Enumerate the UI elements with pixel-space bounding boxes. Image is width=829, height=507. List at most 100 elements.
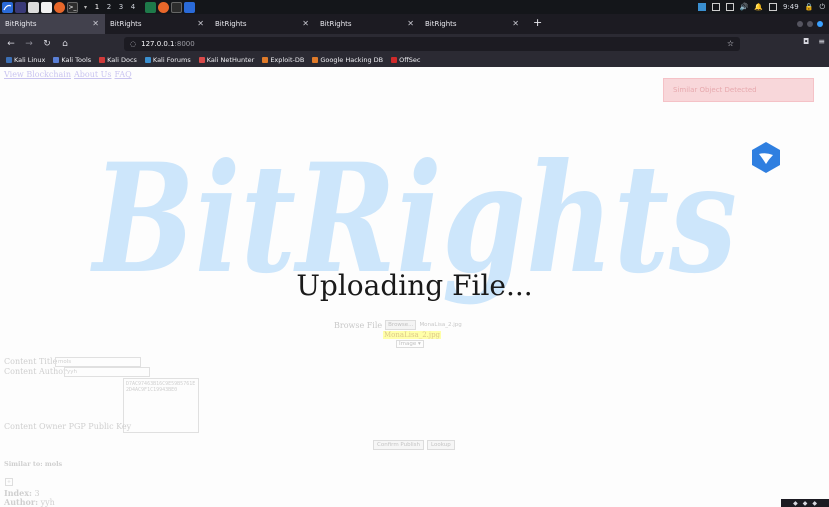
file-upload-row: Browse File Browse... MonaLisa_2.jpg bbox=[334, 320, 462, 330]
bookmark-offsec[interactable]: OffSec bbox=[391, 56, 420, 64]
reload-icon[interactable]: ↻ bbox=[38, 39, 56, 49]
site-nav: View Blockchain About Us FAQ bbox=[4, 70, 135, 79]
similar-object-alert: Similar Object Detected bbox=[663, 78, 814, 102]
bookmark-star-icon[interactable]: ☆ bbox=[727, 39, 734, 48]
maximize-button[interactable] bbox=[807, 21, 813, 27]
content-title-input[interactable]: mols bbox=[55, 357, 141, 367]
lock-icon[interactable]: 🔒 bbox=[805, 3, 814, 11]
nav-link-view-blockchain[interactable]: View Blockchain bbox=[4, 70, 71, 79]
tab-bitrights-1[interactable]: BitRights ✕ bbox=[0, 14, 105, 34]
kali-icon bbox=[53, 57, 60, 63]
bookmark-label: Kali Tools bbox=[61, 56, 92, 64]
terminal-window-icon[interactable] bbox=[145, 1, 156, 13]
bookmark-exploit-db[interactable]: Exploit-DB bbox=[262, 56, 304, 64]
page-content: View Blockchain About Us FAQ Similar Objec… bbox=[0, 67, 829, 507]
volume-icon[interactable]: 🔊 bbox=[740, 3, 749, 11]
similar-heading: Similar to: mols bbox=[4, 460, 63, 468]
terminal-icon[interactable] bbox=[15, 1, 26, 13]
chevron-down-icon[interactable]: ▾ bbox=[80, 2, 91, 13]
nav-link-about-us[interactable]: About Us bbox=[74, 70, 111, 79]
bookmark-label: Kali Docs bbox=[107, 56, 137, 64]
nethunter-icon bbox=[198, 57, 205, 63]
tab-bitrights-2[interactable]: BitRights ✕ bbox=[105, 14, 210, 34]
workspace-2[interactable]: 2 bbox=[103, 3, 115, 11]
workspace-1[interactable]: 1 bbox=[91, 3, 103, 11]
author-row: Author: yyh bbox=[4, 497, 55, 507]
url-host: 127.0.0.1 bbox=[141, 40, 175, 48]
nav-link-faq[interactable]: FAQ bbox=[115, 70, 132, 79]
network-icon[interactable] bbox=[697, 3, 706, 11]
browse-button[interactable]: Browse... bbox=[385, 320, 417, 330]
workspace-3[interactable]: 3 bbox=[115, 3, 127, 11]
bookmark-label: Kali Linux bbox=[14, 56, 46, 64]
close-icon[interactable]: ✕ bbox=[512, 19, 519, 28]
close-icon[interactable]: ✕ bbox=[197, 19, 204, 28]
terminal-icon[interactable]: >_ bbox=[67, 1, 78, 13]
mail-icon[interactable] bbox=[725, 3, 734, 11]
clock[interactable]: 9:49 bbox=[783, 3, 799, 11]
bookmark-label: Kali Forums bbox=[152, 56, 191, 64]
pocket-icon[interactable]: ◘ bbox=[803, 37, 809, 46]
author-label: Author: bbox=[4, 497, 39, 507]
status-corner: ◆ ◆ ◆ bbox=[781, 499, 829, 507]
back-arrow-icon[interactable]: ← bbox=[2, 39, 20, 49]
bookmark-label: Google Hacking DB bbox=[320, 56, 384, 64]
files-icon[interactable] bbox=[28, 1, 39, 13]
content-author-label: Content Author bbox=[4, 367, 67, 376]
browser-navigation-bar: ← → ↻ ⌂ ◌ 127.0.0.1:8000 ☆ ◘ ≡ bbox=[0, 34, 829, 53]
tab-bitrights-3[interactable]: BitRights ✕ bbox=[210, 14, 315, 34]
author-value: yyh bbox=[40, 498, 55, 507]
tab-title: BitRights bbox=[5, 20, 37, 28]
bookmark-kali-forums[interactable]: Kali Forums bbox=[144, 56, 191, 64]
tab-bitrights-5[interactable]: BitRights ✕ bbox=[420, 14, 525, 34]
bookmark-label: OffSec bbox=[399, 56, 421, 64]
forward-arrow-icon[interactable]: → bbox=[20, 39, 38, 49]
firefox-icon[interactable] bbox=[54, 1, 65, 13]
ghdb-icon bbox=[312, 57, 319, 63]
bookmark-kali-linux[interactable]: Kali Linux bbox=[6, 56, 45, 64]
pgp-key-textarea[interactable]: D7AC97463B16C9E59B5761E2D4AC9F1C19943BE0 bbox=[123, 378, 199, 433]
page-info-icon[interactable]: ◌ bbox=[130, 40, 136, 48]
minimize-button[interactable] bbox=[797, 21, 803, 27]
status-icon: ◆ bbox=[802, 499, 808, 507]
lookup-button[interactable]: Lookup bbox=[427, 440, 455, 450]
kali-icon bbox=[6, 57, 12, 63]
display-icon[interactable] bbox=[711, 3, 720, 11]
text-editor-icon[interactable] bbox=[41, 1, 52, 13]
power-icon[interactable]: ⏻ bbox=[819, 3, 825, 12]
close-icon[interactable]: ✕ bbox=[302, 19, 309, 28]
tab-title: BitRights bbox=[425, 20, 457, 28]
files-window-icon[interactable] bbox=[184, 1, 195, 13]
status-icon: ◆ bbox=[793, 499, 798, 507]
bell-icon[interactable]: 🔔 bbox=[754, 3, 763, 11]
battery-icon[interactable] bbox=[769, 3, 777, 11]
tab-bitrights-4[interactable]: BitRights ✕ bbox=[315, 14, 420, 34]
tab-title: BitRights bbox=[320, 20, 352, 28]
expand-toggle[interactable]: + bbox=[5, 478, 13, 486]
close-icon[interactable]: ✕ bbox=[407, 19, 414, 28]
terminal-window-icon[interactable] bbox=[171, 1, 182, 13]
workspace-4[interactable]: 4 bbox=[127, 3, 139, 11]
menu-icon[interactable]: ≡ bbox=[818, 37, 825, 46]
close-window-button[interactable] bbox=[817, 21, 823, 27]
bookmark-kali-nethunter[interactable]: Kali NetHunter bbox=[198, 56, 254, 64]
bookmark-kali-tools[interactable]: Kali Tools bbox=[53, 56, 91, 64]
new-tab-button[interactable]: + bbox=[525, 14, 550, 34]
bookmark-google-hacking-db[interactable]: Google Hacking DB bbox=[312, 56, 383, 64]
url-bar[interactable]: ◌ 127.0.0.1:8000 ☆ bbox=[124, 37, 740, 51]
docs-icon bbox=[99, 57, 106, 63]
close-icon[interactable]: ✕ bbox=[92, 19, 99, 28]
content-type-select[interactable]: Image ▾ bbox=[396, 340, 424, 348]
file-preview-label: MonaLisa_2.jpg bbox=[383, 331, 442, 339]
firefox-window-icon[interactable] bbox=[158, 1, 169, 13]
bookmark-label: Exploit-DB bbox=[270, 56, 305, 64]
home-icon[interactable]: ⌂ bbox=[56, 39, 74, 49]
content-author-input[interactable]: yyh bbox=[64, 367, 150, 377]
browser-tab-bar: BitRights ✕ BitRights ✕ BitRights ✕ BitRigh… bbox=[0, 14, 829, 34]
bookmark-kali-docs[interactable]: Kali Docs bbox=[99, 56, 137, 64]
action-buttons: Confirm Publish Lookup bbox=[373, 440, 455, 450]
upload-status-title: Uploading File... bbox=[296, 269, 533, 302]
kali-menu-icon[interactable] bbox=[2, 1, 13, 13]
confirm-publish-button[interactable]: Confirm Publish bbox=[373, 440, 425, 450]
toolbar-right: ◘ ≡ bbox=[803, 37, 825, 46]
